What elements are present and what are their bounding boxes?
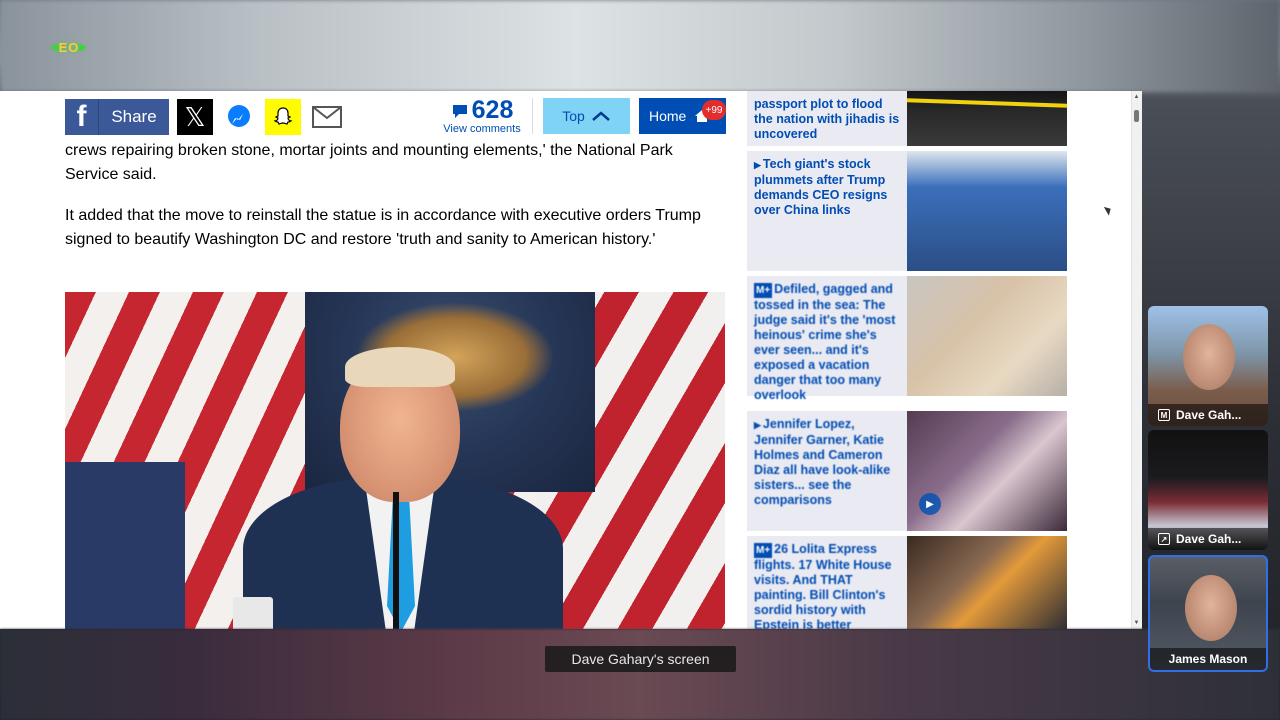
x-share-button[interactable]: 𝕏: [177, 99, 213, 135]
participant-name: James Mason: [1168, 652, 1248, 666]
sidebar-story-headline: Tech giant's stock plummets after Trump …: [754, 157, 888, 217]
share-bar: f Share 𝕏: [65, 98, 345, 136]
notification-badge: +99: [702, 100, 726, 120]
view-comments-label: View comments: [443, 123, 521, 135]
share-bar-divider: [532, 98, 533, 134]
participant-name: Dave Gah...: [1176, 532, 1242, 546]
sidebar-story-headline: 26 Lolita Express flights. 17 White Hous…: [754, 542, 892, 629]
muted-mic-icon: M: [1158, 409, 1170, 421]
mail-plus-icon: M+: [754, 283, 773, 298]
sidebar-story-headline-wrap[interactable]: M+ 26 Lolita Express flights. 17 White Ho…: [747, 536, 907, 629]
sidebar-story[interactable]: M+ 26 Lolita Express flights. 17 White Ho…: [747, 536, 1067, 629]
participant-video: [1185, 575, 1237, 641]
sidebar-story-headline[interactable]: passport plot to flood the nation with j…: [747, 91, 907, 146]
comment-bubble-icon: [452, 104, 467, 118]
sidebar-story-headline-wrap[interactable]: ▶ Jennifer Lopez, Jennifer Garner, Katie …: [747, 411, 907, 531]
article-photo[interactable]: [65, 292, 725, 629]
arrow-icon: ▶: [754, 160, 761, 170]
sidebar-story-thumbnail[interactable]: [907, 276, 1067, 396]
screen-share-icon: ↗: [1158, 533, 1170, 545]
view-comments-button[interactable]: 628 View comments: [441, 98, 523, 138]
mouse-cursor-icon: [1103, 204, 1114, 216]
comment-count: 628: [471, 96, 514, 124]
sidebar-story-thumbnail[interactable]: [906, 91, 1068, 146]
photo-cup: [233, 597, 273, 629]
meeting-logo: ◂ EO ▸: [51, 39, 87, 55]
screen-share-caption: Dave Gahary's screen: [545, 646, 736, 672]
messenger-icon: [228, 105, 250, 127]
sidebar-story-headline-wrap[interactable]: ▶ Tech giant's stock plummets after Trump…: [747, 151, 907, 271]
sidebar-story-thumbnail[interactable]: [907, 536, 1067, 629]
photo-hair: [345, 347, 455, 387]
shared-screen: f Share 𝕏 628 View comments Top Home +99…: [0, 91, 1142, 629]
photo-stars: [65, 462, 185, 629]
participant-label: ↗ Dave Gah...: [1148, 528, 1268, 550]
facebook-icon: f: [65, 99, 99, 135]
scrollbar-thumb[interactable]: [1134, 110, 1139, 122]
photo-microphone: [393, 492, 399, 629]
mail-plus-icon: M+: [754, 543, 773, 558]
participant-video: [1183, 324, 1235, 390]
messenger-share-button[interactable]: [221, 99, 257, 135]
sidebar-story[interactable]: ▶ Jennifer Lopez, Jennifer Garner, Katie …: [747, 411, 1067, 531]
meeting-bottom-background: [0, 629, 1280, 720]
top-label: Top: [562, 108, 585, 124]
x-icon: 𝕏: [184, 101, 206, 132]
scroll-up-arrow-icon[interactable]: ▲: [1133, 94, 1140, 100]
sidebar-story-thumbnail[interactable]: [907, 151, 1067, 271]
snapchat-icon: [273, 107, 293, 125]
play-icon[interactable]: ▶: [919, 493, 941, 515]
participant-label: M Dave Gah...: [1148, 404, 1268, 426]
participant-name: Dave Gah...: [1176, 408, 1242, 422]
sidebar-story[interactable]: passport plot to flood the nation with j…: [747, 91, 1068, 146]
chevron-up-icon: [591, 111, 610, 121]
article-paragraph: It added that the move to reinstall the …: [65, 207, 701, 248]
home-button[interactable]: Home +99: [639, 98, 726, 134]
email-share-button[interactable]: [309, 99, 345, 135]
page-scrollbar[interactable]: [1131, 91, 1142, 629]
arrow-icon: ▶: [754, 420, 761, 430]
participant-tile[interactable]: M Dave Gah...: [1148, 306, 1268, 426]
scroll-down-arrow-icon[interactable]: ▼: [1133, 620, 1140, 626]
sidebar-story[interactable]: ▶ Tech giant's stock plummets after Trump…: [747, 151, 1067, 271]
participant-label: James Mason: [1150, 648, 1266, 670]
home-label: Home: [649, 108, 687, 124]
facebook-share-button[interactable]: f Share: [65, 99, 169, 135]
sidebar-story-headline-wrap[interactable]: M+ Defiled, gagged and tossed in the sea:…: [747, 276, 907, 402]
participant-tile-active[interactable]: James Mason: [1148, 555, 1268, 672]
sidebar-story-headline: Jennifer Lopez, Jennifer Garner, Katie H…: [754, 417, 891, 507]
sidebar-story-thumbnail[interactable]: ▶: [907, 411, 1067, 531]
facebook-share-label: Share: [111, 107, 157, 126]
back-to-top-button[interactable]: Top: [543, 98, 630, 134]
article-paragraph: crews repairing broken stone, mortar joi…: [65, 142, 673, 183]
sidebar-story[interactable]: M+ Defiled, gagged and tossed in the sea:…: [747, 276, 1067, 402]
snapchat-share-button[interactable]: [265, 99, 301, 135]
sidebar-story-headline: Defiled, gagged and tossed in the sea: T…: [754, 282, 896, 402]
mail-icon: [312, 106, 342, 128]
meeting-top-background: [0, 0, 1280, 92]
participant-tile[interactable]: ↗ Dave Gah...: [1148, 430, 1268, 550]
